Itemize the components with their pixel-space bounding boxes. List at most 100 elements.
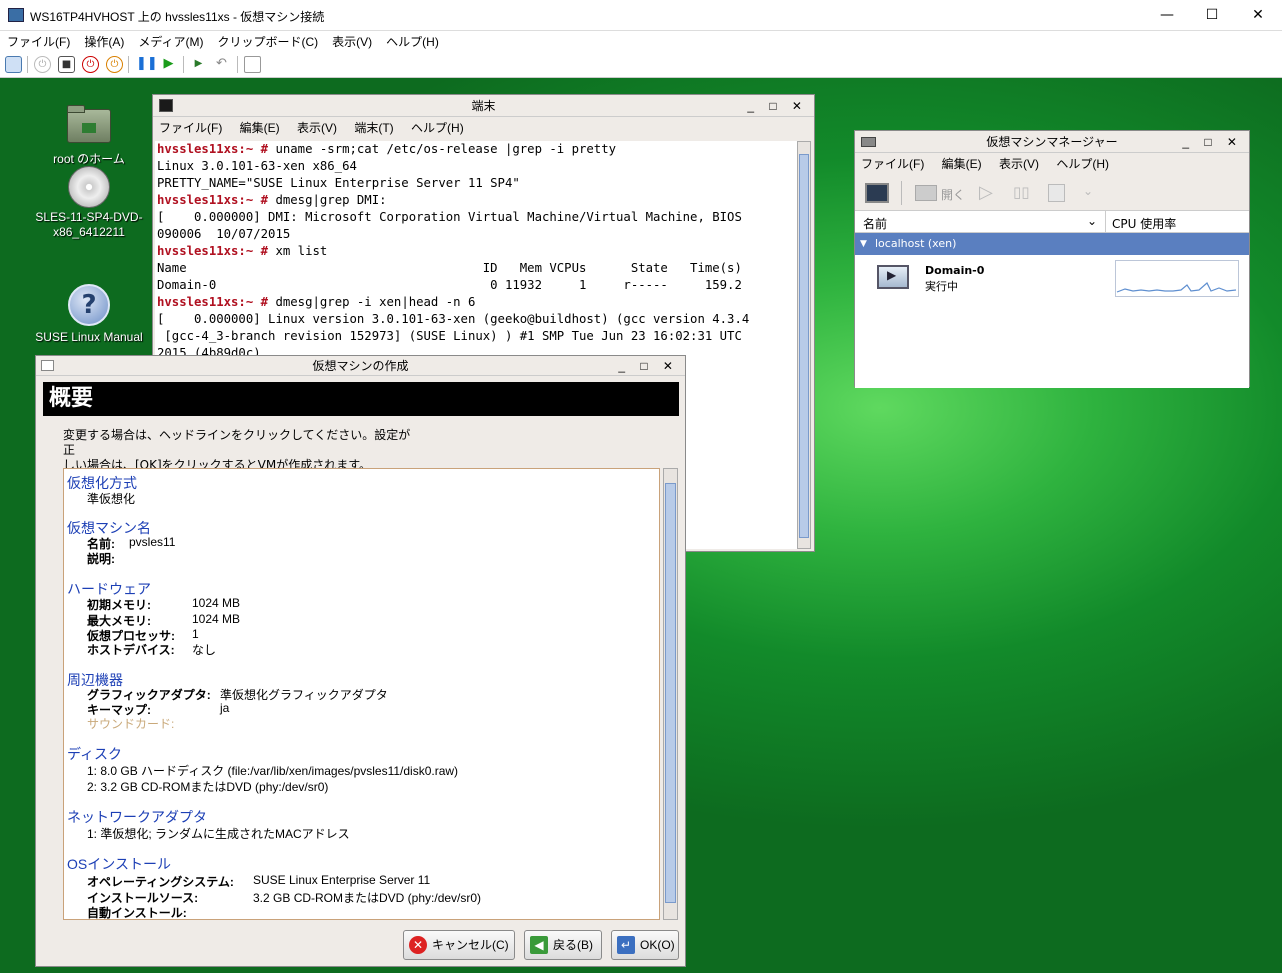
dialog-app-icon bbox=[41, 360, 54, 371]
back-button[interactable]: ◀ 戻る(B) bbox=[524, 930, 602, 960]
home-folder-icon[interactable] bbox=[67, 105, 111, 143]
network-item: 1: 準仮想化; ランダムに生成されたMACアドレス bbox=[87, 827, 350, 841]
checkpoint-icon[interactable]: ▶ bbox=[190, 56, 207, 73]
help-icon[interactable]: ? bbox=[68, 284, 110, 326]
vmm-connection-row[interactable]: ▼ localhost (xen) bbox=[855, 233, 1249, 255]
source-row: インストールソース: 3.2 GB CD-ROMまたはDVD (phy:/dev/… bbox=[87, 889, 607, 905]
toolbar-separator bbox=[237, 56, 238, 73]
terminal-scroll-thumb[interactable] bbox=[799, 154, 809, 538]
dvd-icon[interactable] bbox=[68, 166, 110, 208]
cancel-button[interactable]: ✕ キャンセル(C) bbox=[403, 930, 515, 960]
intro-line: 変更する場合は、ヘッドラインをクリックしてください。設定が正 bbox=[63, 428, 411, 457]
dialog-intro: 変更する場合は、ヘッドラインをクリックしてください。設定が正 しい場合は、[OK… bbox=[63, 428, 413, 473]
vmm-menu-view[interactable]: 表示(V) bbox=[999, 157, 1039, 171]
minimize-button[interactable]: — bbox=[1152, 4, 1182, 26]
save-state-icon[interactable]: ⏻ bbox=[106, 56, 123, 73]
terminal-menu-file[interactable]: ファイル(F) bbox=[159, 121, 222, 135]
heading-os-install[interactable]: OSインストール bbox=[67, 854, 171, 874]
terminal-line: [ 0.000000] Linux version 3.0.101-63-xen… bbox=[157, 312, 750, 326]
menu-media[interactable]: メディア(M) bbox=[131, 31, 210, 50]
source-value: 3.2 GB CD-ROMまたはDVD (phy:/dev/sr0) bbox=[253, 891, 482, 905]
terminal-line: hvssles11xs:~ # xm list bbox=[157, 244, 328, 258]
terminal-titlebar[interactable]: 端末 _ □ ✕ bbox=[153, 95, 814, 117]
hw-value: なし bbox=[192, 643, 217, 657]
toolbar-separator bbox=[183, 56, 184, 73]
window-controls[interactable]: _ □ ✕ bbox=[747, 95, 808, 117]
terminal-title: 端末 bbox=[471, 99, 496, 113]
shutdown-icon[interactable]: ⏻ bbox=[82, 56, 99, 73]
column-chevron-icon[interactable]: ⌄ bbox=[1087, 214, 1097, 228]
menu-clipboard[interactable]: クリップボード(C) bbox=[210, 31, 325, 50]
close-button[interactable]: ✕ bbox=[1243, 4, 1273, 26]
cpu-usage-graph bbox=[1115, 260, 1239, 297]
shutdown-menu-chevron-icon[interactable]: ⌄ bbox=[1083, 184, 1093, 198]
ctrl-alt-del-icon[interactable] bbox=[5, 56, 22, 73]
vm-row[interactable]: ▶ Domain-0 実行中 bbox=[855, 257, 1249, 299]
menu-view[interactable]: 表示(V) bbox=[325, 31, 379, 50]
dialog-titlebar[interactable]: 仮想マシンの作成 _ □ ✕ bbox=[36, 356, 685, 376]
host-menubar: ファイル(F) 操作(A) メディア(M) クリップボード(C) 表示(V) ヘルプ(H) bbox=[0, 31, 1282, 51]
keymap-row: キーマップ: ja bbox=[87, 701, 487, 717]
manual-label: SUSE Linux Manual bbox=[35, 330, 143, 344]
dialog-heading: 概要 bbox=[43, 382, 679, 416]
maximize-button[interactable]: ☐ bbox=[1197, 4, 1227, 26]
open-vm-label[interactable]: 開く bbox=[941, 186, 965, 203]
vmm-titlebar[interactable]: 仮想マシンマネージャー _ □ ✕ bbox=[855, 131, 1249, 153]
enhanced-session-icon[interactable] bbox=[244, 56, 261, 73]
terminal-line: 090006 10/07/2015 bbox=[157, 227, 291, 241]
menu-help[interactable]: ヘルプ(H) bbox=[379, 31, 446, 50]
menu-file[interactable]: ファイル(F) bbox=[0, 31, 77, 50]
terminal-menu-edit[interactable]: 編集(E) bbox=[240, 121, 280, 135]
terminal-menu-view[interactable]: 表示(V) bbox=[297, 121, 337, 135]
vmm-menu-help[interactable]: ヘルプ(H) bbox=[1056, 157, 1109, 171]
vmm-list: ▼ localhost (xen) ▶ Domain-0 実行中 bbox=[855, 233, 1249, 388]
hw-row: 最大メモリ: 1024 MB bbox=[87, 612, 387, 628]
window-controls[interactable]: _ □ ✕ bbox=[618, 356, 679, 376]
vmm-app-icon bbox=[861, 137, 876, 147]
vmm-title: 仮想マシンマネージャー bbox=[986, 135, 1118, 149]
column-name[interactable]: 名前 bbox=[863, 215, 887, 232]
pause-vm-icon[interactable]: ▯▯ bbox=[1013, 183, 1030, 201]
heading-disk[interactable]: ディスク bbox=[67, 744, 122, 764]
dialog-title: 仮想マシンの作成 bbox=[312, 359, 409, 373]
revert-icon[interactable]: ↶ bbox=[213, 56, 230, 73]
vmm-menubar: ファイル(F) 編集(E) 表示(V) ヘルプ(H) bbox=[855, 153, 1249, 175]
vmm-menu-edit[interactable]: 編集(E) bbox=[942, 157, 982, 171]
sound-label: サウンドカード: bbox=[87, 717, 175, 731]
toolbar-separator bbox=[128, 56, 129, 73]
hw-row: 仮想プロセッサ: 1 bbox=[87, 627, 387, 643]
create-vm-dialog: 仮想マシンの作成 _ □ ✕ 概要 変更する場合は、ヘッドラインをクリックしてく… bbox=[35, 355, 686, 967]
vm-name: Domain-0 bbox=[925, 264, 985, 277]
column-divider bbox=[1105, 211, 1106, 233]
new-vm-icon[interactable] bbox=[865, 183, 889, 203]
hw-row: 初期メモリ: 1024 MB bbox=[87, 596, 387, 612]
pause-icon[interactable]: ❚❚ bbox=[136, 56, 158, 73]
terminal-line: hvssles11xs:~ # dmesg|grep -i xen|head -… bbox=[157, 295, 476, 309]
terminal-menu-terminal[interactable]: 端末(T) bbox=[354, 121, 393, 135]
description-label: 説明: bbox=[87, 552, 115, 566]
ok-return-icon: ↵ bbox=[617, 936, 635, 954]
open-vm-icon[interactable] bbox=[915, 185, 937, 201]
expand-triangle-icon[interactable]: ▼ bbox=[860, 233, 867, 255]
ok-button[interactable]: ↵ OK(O) bbox=[611, 930, 679, 960]
hw-value: 1 bbox=[192, 627, 199, 641]
menu-action[interactable]: 操作(A) bbox=[77, 31, 131, 50]
toolbar-separator bbox=[27, 56, 28, 73]
hw-label: 初期メモリ: bbox=[87, 598, 151, 612]
summary-scroll-thumb[interactable] bbox=[665, 483, 676, 903]
vm-state: 実行中 bbox=[925, 280, 958, 293]
shutdown-vm-icon[interactable] bbox=[1048, 184, 1065, 202]
vmm-menu-file[interactable]: ファイル(F) bbox=[861, 157, 924, 171]
column-cpu[interactable]: CPU 使用率 bbox=[1112, 215, 1176, 232]
terminal-line: [ 0.000000] DMI: Microsoft Corporation V… bbox=[157, 210, 742, 224]
terminal-scrollbar[interactable] bbox=[797, 141, 811, 549]
heading-network[interactable]: ネットワークアダプタ bbox=[67, 807, 207, 827]
run-vm-icon[interactable]: ▷ bbox=[979, 182, 993, 203]
resume-icon[interactable]: ▶ bbox=[160, 56, 177, 73]
terminal-menu-help[interactable]: ヘルプ(H) bbox=[411, 121, 464, 135]
turn-off-icon[interactable]: ■ bbox=[58, 56, 75, 73]
summary-scrollbar[interactable] bbox=[663, 468, 678, 920]
window-controls[interactable]: _ □ ✕ bbox=[1182, 131, 1243, 153]
start-icon[interactable]: ⏻ bbox=[34, 56, 51, 73]
dvd-label: SLES-11-SP4-DVD- x86_6412211 bbox=[35, 210, 143, 239]
